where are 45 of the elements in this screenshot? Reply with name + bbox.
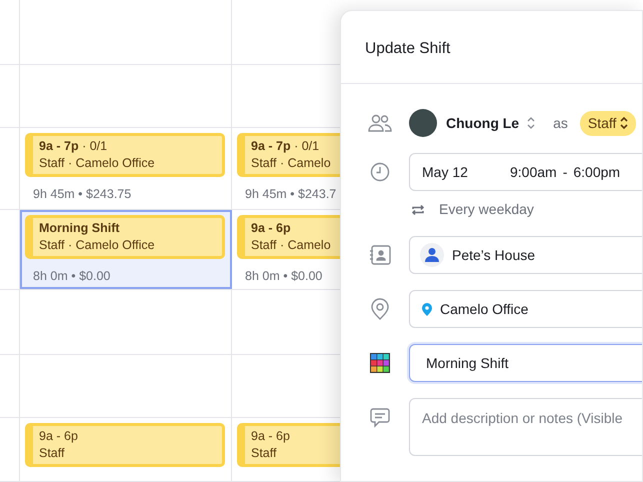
sort-icon[interactable] [527,117,536,129]
shift-title-field[interactable]: Morning Shift [409,344,642,382]
people-icon [368,114,392,132]
shift-time: 9a - 6p [39,428,78,445]
location-pin-icon [422,302,432,316]
clock-icon [370,162,390,182]
shift-summary: 8h 0m • $0.00 [244,268,324,285]
shift-card[interactable]: 9a - 6p Staff · Camelo [237,215,340,259]
avatar-photo [409,109,437,137]
repeat-icon [411,204,425,216]
shift-time: 9a - 6p [251,428,290,445]
shift-time: Morning Shift [39,220,120,237]
role-dropdown[interactable]: Staff [580,110,636,136]
shift-card[interactable]: 9a - 7p · 0/1 Staff · Camelo Office [25,133,225,177]
shift-details: Staff [251,445,276,462]
shift-details: Staff · Camelo Office [39,155,155,172]
contact-card-icon [369,245,391,265]
shift-card[interactable]: Morning Shift Staff · Camelo Office [25,215,225,259]
selected-cell[interactable]: Morning Shift Staff · Camelo Office 8h 0m • $0.00 [20,210,232,289]
location-field[interactable]: Camelo Office [409,290,642,328]
client-field[interactable]: Pete’s House [409,236,642,274]
shift-time: 9a - 7p · 0/1 [251,138,320,155]
shift-details: Staff · Camelo [251,155,331,172]
shift-summary: 9h 45m • $243.7 [244,186,338,203]
comment-icon [370,408,390,428]
shift-details: Staff [39,445,64,462]
shift-card[interactable]: 9a - 7p · 0/1 Staff · Camelo [237,133,340,177]
shift-card[interactable]: 9a - 6p Staff [237,423,340,467]
time-field[interactable]: May 12 9:00am - 6:00pm [409,153,642,191]
shift-details: Staff · Camelo Office [39,237,155,254]
panel-title: Update Shift [365,39,450,59]
shift-summary: 8h 0m • $0.00 [32,268,112,285]
repeat-text[interactable]: Every weekday [439,199,534,220]
person-icon [420,243,444,267]
assignee-name[interactable]: Chuong Le [446,112,520,134]
location-pin-icon [371,298,389,320]
shift-summary: 9h 45m • $243.75 [32,186,132,203]
shift-time: 9a - 7p · 0/1 [39,138,108,155]
shift-card[interactable]: 9a - 6p Staff [25,423,225,467]
sort-icon [620,117,628,129]
color-grid-icon[interactable] [370,353,390,373]
shift-time: 9a - 6p [251,220,291,237]
shift-details: Staff · Camelo [251,237,331,254]
notes-field[interactable]: Add description or notes (Visible [409,398,642,456]
as-label: as [553,114,568,132]
